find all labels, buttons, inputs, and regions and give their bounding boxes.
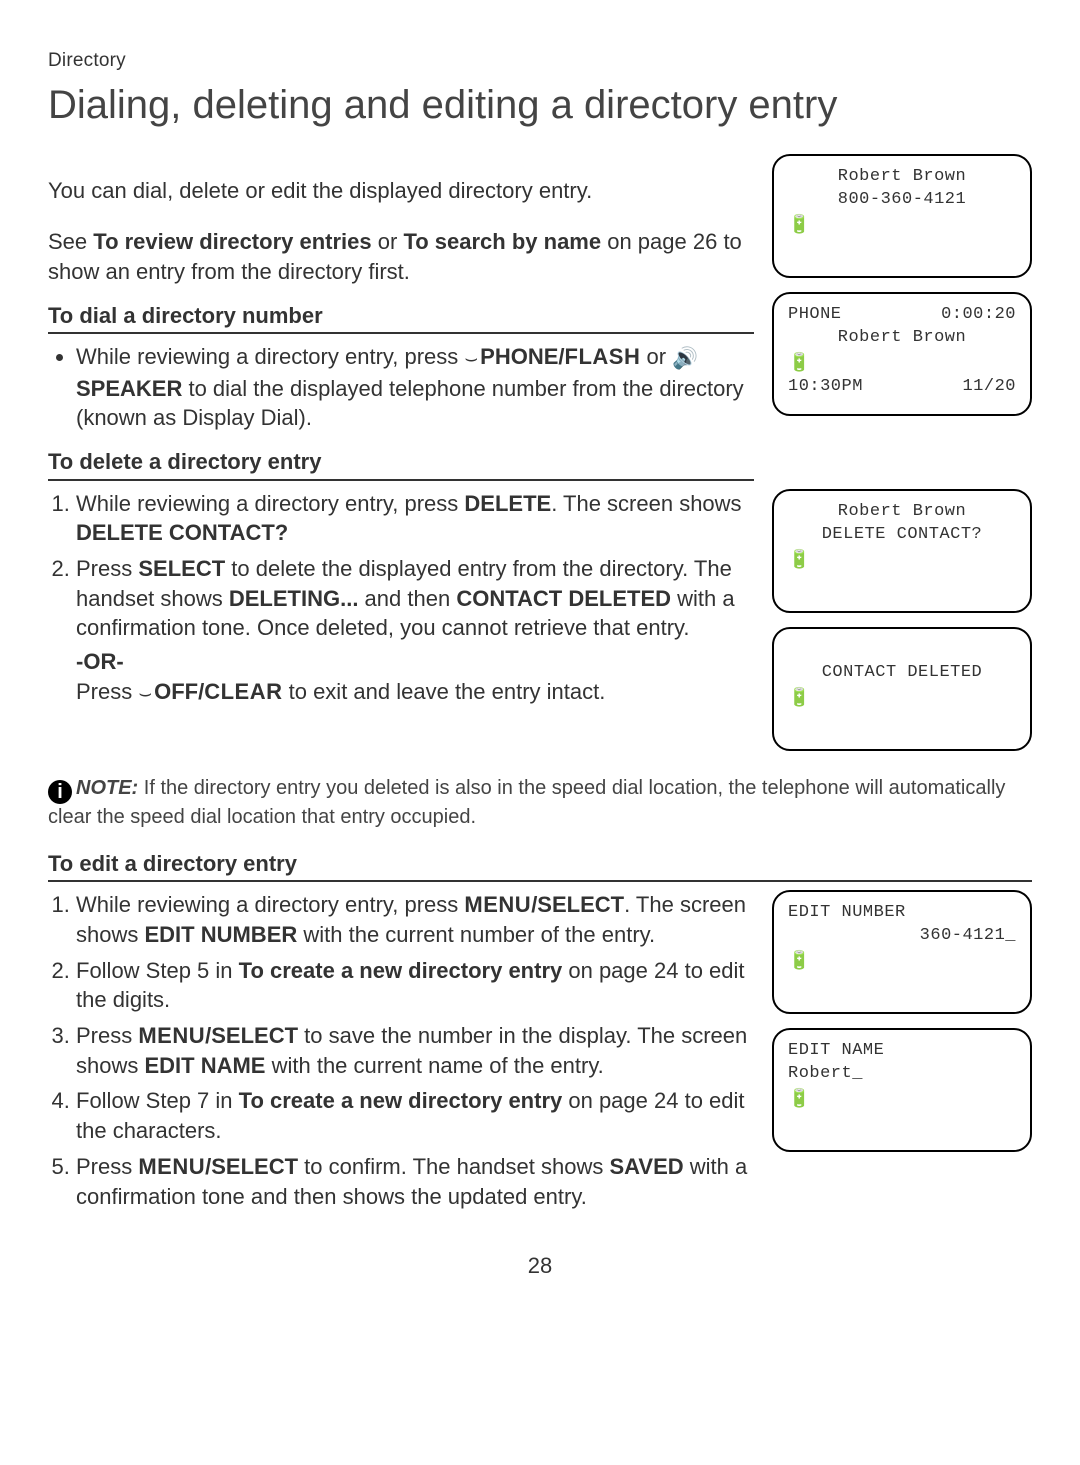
info-icon: i [48, 780, 72, 804]
page-title: Dialing, deleting and editing a director… [48, 78, 1032, 132]
delete-button-label: DELETE [464, 491, 551, 516]
or-label: -OR- [76, 647, 754, 677]
crossref-create-entry: To create a new directory entry [239, 958, 563, 983]
speaker-icon: 🔊 [672, 347, 698, 370]
subhead-edit: To edit a directory entry [48, 849, 1032, 883]
phone-flash-button-label: PHONE/FLASH [480, 344, 640, 369]
subhead-dial: To dial a directory number [48, 301, 754, 335]
section-label: Directory [48, 48, 1032, 74]
delete-step-2: Press SELECT to delete the displayed ent… [76, 554, 754, 708]
screen-delete-confirm: Robert Brown DELETE CONTACT? 🔋 [772, 489, 1032, 613]
edit-step-4: Follow Step 7 in To create a new directo… [76, 1086, 754, 1145]
delete-step-1: While reviewing a directory entry, press… [76, 489, 754, 548]
confirm-name: Robert Brown [788, 501, 1016, 524]
editname-value: Robert_ [788, 1063, 1016, 1086]
crossref-review: To review directory entries [93, 229, 371, 254]
battery-icon: 🔋 [788, 549, 811, 573]
confirm-prompt: DELETE CONTACT? [788, 524, 1016, 547]
hangup-icon: ⌣ [138, 682, 152, 705]
dialing-status: PHONE [788, 304, 842, 327]
dialing-date: 11/20 [962, 376, 1016, 399]
editnum-value: 360-4121_ [788, 925, 1016, 948]
intro-line2: See To review directory entries or To se… [48, 227, 754, 286]
entry-name: Robert Brown [788, 166, 1016, 189]
intro-line1: You can dial, delete or edit the display… [48, 176, 754, 206]
battery-icon: 🔋 [788, 352, 811, 376]
dialing-name: Robert Brown [788, 327, 1016, 350]
phone-icon: ⌣ [464, 347, 478, 370]
battery-icon: 🔋 [788, 687, 811, 711]
edit-step-1: While reviewing a directory entry, press… [76, 890, 754, 949]
screen-edit-name: EDIT NAME Robert_ 🔋 [772, 1028, 1032, 1152]
battery-icon: 🔋 [788, 950, 811, 974]
off-clear-button-label: OFF/CLEAR [154, 679, 282, 704]
edit-step-3: Press MENU/SELECT to save the number in … [76, 1021, 754, 1080]
dial-bullet: While reviewing a directory entry, press… [76, 342, 754, 433]
dialing-time: 10:30PM [788, 376, 863, 399]
screen-dialing: PHONE 0:00:20 Robert Brown 🔋 10:30PM 11/… [772, 292, 1032, 416]
select-button-label: SELECT [138, 556, 225, 581]
page-number: 28 [48, 1251, 1032, 1281]
screen-contact-deleted: CONTACT DELETED 🔋 [772, 627, 1032, 751]
edit-step-2: Follow Step 5 in To create a new directo… [76, 956, 754, 1015]
speaker-button-label: SPEAKER [76, 376, 182, 401]
battery-icon: 🔋 [788, 214, 811, 238]
deleted-msg: CONTACT DELETED [788, 662, 1016, 685]
screen-edit-number: EDIT NUMBER 360-4121_ 🔋 [772, 890, 1032, 1014]
battery-icon: 🔋 [788, 1088, 811, 1112]
edit-step-5: Press MENU/SELECT to confirm. The handse… [76, 1152, 754, 1211]
note: iNOTE: If the directory entry you delete… [48, 775, 1032, 831]
editnum-title: EDIT NUMBER [788, 902, 1016, 925]
menu-select-button-label: MENU/SELECT [464, 892, 624, 917]
editname-title: EDIT NAME [788, 1040, 1016, 1063]
screen-entry: Robert Brown 800-360-4121 🔋 [772, 154, 1032, 278]
delete-or-line: Press ⌣OFF/CLEAR to exit and leave the e… [76, 677, 754, 708]
crossref-search: To search by name [403, 229, 601, 254]
entry-number: 800-360-4121 [788, 189, 1016, 212]
dialing-timer: 0:00:20 [941, 304, 1016, 327]
subhead-delete: To delete a directory entry [48, 447, 754, 481]
